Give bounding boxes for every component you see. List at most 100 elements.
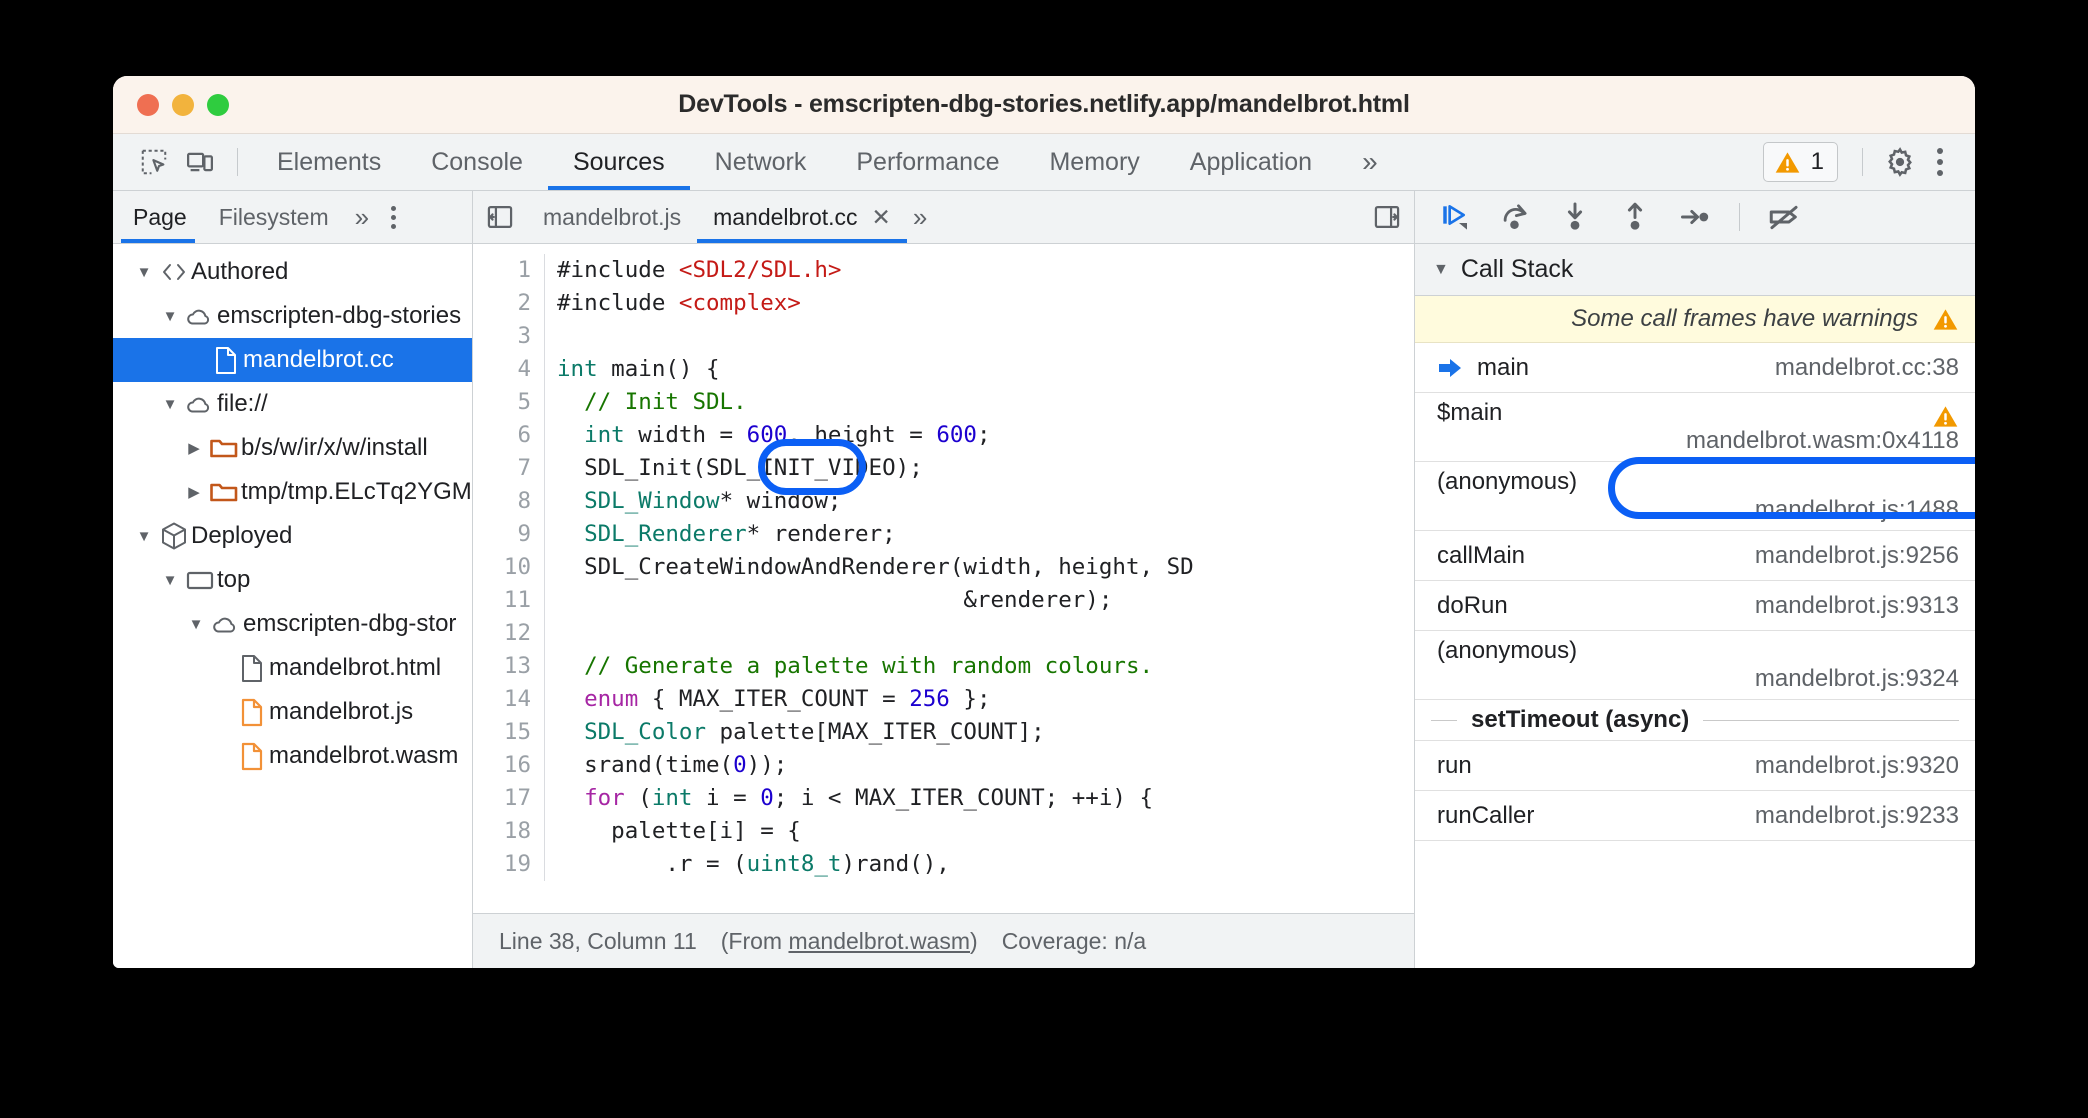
call-frame-run[interactable]: run mandelbrot.js:9320 [1415, 741, 1975, 791]
chevron-down-icon[interactable]: ▼ [157, 572, 183, 589]
tab-sources[interactable]: Sources [547, 134, 690, 190]
folder-icon [207, 480, 241, 504]
call-frame-main[interactable]: main mandelbrot.cc:38 [1415, 343, 1975, 393]
panel-collapse-right-icon[interactable] [1360, 191, 1414, 243]
chevron-down-icon[interactable]: ▼ [131, 264, 157, 281]
call-stack-section-header[interactable]: ▼ Call Stack [1415, 244, 1975, 296]
tab-console[interactable]: Console [406, 134, 548, 190]
editor-tab-strip: mandelbrot.js mandelbrot.cc ✕ » [473, 191, 1414, 244]
code-line: // Init SDL. [557, 386, 1414, 419]
chevron-down-icon[interactable]: ▼ [157, 396, 183, 413]
navigator-more-options-icon[interactable] [375, 191, 412, 243]
navigator-tab-page[interactable]: Page [113, 191, 203, 243]
tab-application[interactable]: Application [1165, 134, 1337, 190]
toolbar-right-group: 1 [1762, 139, 1975, 185]
tree-item-label: b/s/w/ir/x/w/install [241, 434, 428, 461]
tab-label: Performance [856, 147, 1000, 176]
code-line: int main() { [557, 353, 1414, 386]
inspect-element-icon[interactable] [131, 139, 177, 185]
call-frame-anonymous-1488[interactable]: (anonymous) mandelbrot.js:1488 [1415, 462, 1975, 531]
step-out-of-current-function-icon[interactable] [1609, 195, 1661, 239]
code-token: int [651, 785, 693, 811]
tree-item-emscripten-dbg-stories[interactable]: ▼ emscripten-dbg-stories [113, 294, 472, 338]
line-number: 7 [517, 455, 531, 481]
debugger-sections[interactable]: ▼ Call Stack Some call frames have warni… [1415, 244, 1975, 968]
kebab-icon[interactable] [1923, 140, 1957, 184]
call-frame-name: main [1477, 353, 1530, 381]
step-over-next-function-call-icon[interactable] [1489, 195, 1541, 239]
tree-item-deployed[interactable]: ▼ Deployed [113, 514, 472, 558]
tree-item-mandelbrot-wasm[interactable]: mandelbrot.wasm [113, 734, 472, 778]
tree-item-tmp-folder[interactable]: ▶ tmp/tmp.ELcTq2YGM [113, 470, 472, 514]
resume-script-execution-icon[interactable] [1429, 195, 1481, 239]
device-toolbar-icon[interactable] [177, 139, 223, 185]
tree-item-mandelbrot-html[interactable]: mandelbrot.html [113, 646, 472, 690]
editor-tab-label: mandelbrot.js [543, 203, 682, 230]
panel-collapse-left-icon[interactable] [473, 191, 527, 243]
line-number-gutter[interactable]: 1 2 3 4 5 6 7 8 9 10 11 12 13 14 15 16 1… [473, 254, 545, 881]
devtools-body: Page Filesystem » ▼ Authored ▼ emscripte… [113, 191, 1975, 968]
call-frame-anonymous-9324[interactable]: (anonymous) mandelbrot.js:9324 [1415, 631, 1975, 700]
code-token: #include [557, 290, 679, 316]
editor-tabs-overflow-button[interactable]: » [907, 191, 929, 243]
file-icon [209, 346, 243, 375]
chevron-down-icon[interactable]: ▼ [183, 616, 209, 633]
close-icon[interactable]: ✕ [872, 204, 891, 231]
sources-navigator-pane: Page Filesystem » ▼ Authored ▼ emscripte… [113, 191, 473, 968]
chevron-right-icon[interactable]: ▶ [181, 439, 207, 457]
navigator-tabs-overflow-button[interactable]: » [345, 191, 375, 243]
tree-item-mandelbrot-js[interactable]: mandelbrot.js [113, 690, 472, 734]
navigator-tab-label: Page [133, 203, 187, 230]
screenshot-root: DevTools - emscripten-dbg-stories.netlif… [0, 0, 2088, 1118]
cube-icon [157, 521, 191, 551]
chevron-down-icon[interactable]: ▼ [131, 528, 157, 545]
tree-item-mandelbrot-cc[interactable]: mandelbrot.cc [113, 338, 472, 382]
call-frame-wasm-main[interactable]: $main mandelbrot.wasm:0x4118 [1415, 393, 1975, 462]
code-token: SDL_CreateWindowAndRenderer(width, heigh… [557, 554, 1194, 580]
chevron-right-icon[interactable]: ▶ [181, 483, 207, 501]
step-into-next-function-call-icon[interactable] [1549, 195, 1601, 239]
code-line: #include <complex> [557, 287, 1414, 320]
tab-network[interactable]: Network [690, 134, 832, 190]
tab-label: Sources [572, 147, 665, 176]
tree-item-file-protocol[interactable]: ▼ file:// [113, 382, 472, 426]
origin-file-link[interactable]: mandelbrot.wasm [788, 928, 970, 954]
chevron-down-icon[interactable]: ▼ [1433, 261, 1449, 279]
call-frame-callmain[interactable]: callMain mandelbrot.js:9256 [1415, 531, 1975, 581]
code-token: // Init SDL. [557, 389, 747, 415]
devtools-main-toolbar: Elements Console Sources Network Perform… [113, 134, 1975, 191]
call-frame-name: (anonymous) [1437, 468, 1578, 495]
warning-count-badge[interactable]: 1 [1762, 142, 1838, 182]
editor-tab-mandelbrot-js[interactable]: mandelbrot.js [527, 191, 697, 243]
line-number: 9 [517, 521, 531, 547]
code-view[interactable]: 1 2 3 4 5 6 7 8 9 10 11 12 13 14 15 16 1… [473, 244, 1414, 913]
call-frame-name: (anonymous) [1437, 637, 1578, 664]
code-line: SDL_Color palette[MAX_ITER_COUNT]; [557, 716, 1414, 749]
code-token: &renderer); [557, 587, 1113, 613]
line-number: 17 [503, 785, 531, 811]
chevron-down-icon[interactable]: ▼ [157, 308, 183, 325]
tab-performance[interactable]: Performance [831, 134, 1024, 190]
editor-tab-mandelbrot-cc[interactable]: mandelbrot.cc ✕ [697, 191, 907, 243]
tree-item-label: mandelbrot.js [269, 698, 414, 725]
tree-item-top-frame[interactable]: ▼ top [113, 558, 472, 602]
tab-elements[interactable]: Elements [252, 134, 406, 190]
tabs-overflow-button[interactable]: » [1337, 134, 1399, 190]
gear-icon[interactable] [1877, 139, 1923, 185]
tree-item-authored[interactable]: ▼ Authored [113, 250, 472, 294]
tree-item-label: top [217, 566, 251, 593]
deactivate-breakpoints-icon[interactable] [1758, 195, 1810, 239]
tab-memory[interactable]: Memory [1024, 134, 1164, 190]
call-frame-name: runCaller [1437, 801, 1535, 829]
line-number: 13 [503, 653, 531, 679]
navigator-tab-filesystem[interactable]: Filesystem [203, 191, 345, 243]
call-frame-location: mandelbrot.js:9320 [1754, 751, 1959, 779]
separator-line [1703, 719, 1959, 721]
call-frame-dorun[interactable]: doRun mandelbrot.js:9313 [1415, 581, 1975, 631]
call-frame-runcaller[interactable]: runCaller mandelbrot.js:9233 [1415, 791, 1975, 841]
code-text[interactable]: #include <SDL2/SDL.h> #include <complex> … [545, 254, 1414, 881]
step-icon[interactable] [1669, 195, 1721, 239]
tree-item-emscripten-dbg-stor[interactable]: ▼ emscripten-dbg-stor [113, 602, 472, 646]
tree-item-install-folder[interactable]: ▶ b/s/w/ir/x/w/install [113, 426, 472, 470]
